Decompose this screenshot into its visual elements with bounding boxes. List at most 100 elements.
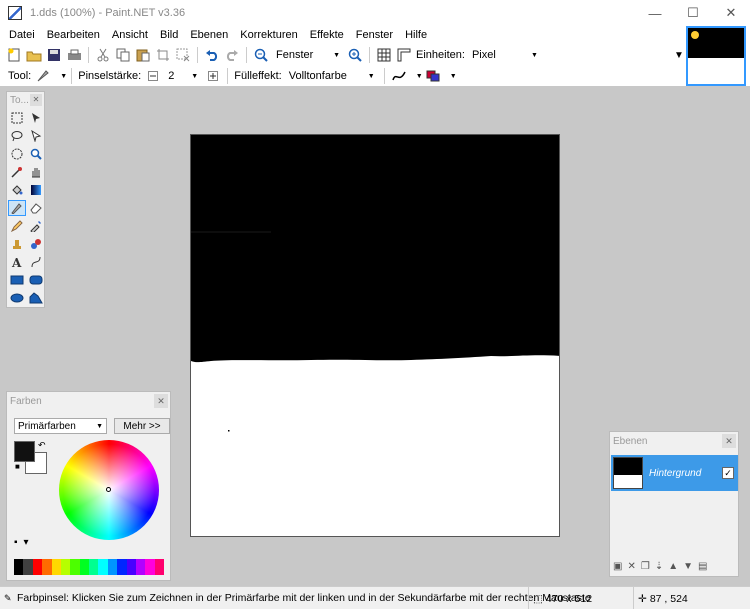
- tool-select[interactable]: ▼: [55, 67, 67, 85]
- palette-swatch[interactable]: [117, 559, 127, 575]
- rounded-rectangle-tool-icon[interactable]: [27, 272, 45, 288]
- layer-row-background[interactable]: Hintergrund ✓: [611, 455, 738, 491]
- paintbrush-icon[interactable]: [35, 68, 51, 84]
- lasso-select-tool-icon[interactable]: [8, 128, 26, 144]
- palette-swatch[interactable]: [42, 559, 52, 575]
- merge-layer-down-icon[interactable]: ⇣: [655, 561, 663, 572]
- color-picker-tool-icon[interactable]: [27, 218, 45, 234]
- rectangle-select-tool-icon[interactable]: [8, 110, 26, 126]
- paint-bucket-tool-icon[interactable]: [8, 182, 26, 198]
- move-selection-tool-icon[interactable]: [27, 110, 45, 126]
- menu-effekte[interactable]: Effekte: [304, 26, 350, 44]
- color-wheel[interactable]: [59, 440, 159, 540]
- palette-swatch[interactable]: [14, 559, 24, 575]
- grid-icon[interactable]: [376, 47, 392, 63]
- undo-icon[interactable]: [204, 47, 220, 63]
- increase-width-icon[interactable]: [205, 68, 221, 84]
- close-button[interactable]: ✕: [712, 0, 750, 26]
- palette-swatch[interactable]: [126, 559, 136, 575]
- magic-wand-tool-icon[interactable]: [8, 164, 26, 180]
- tools-panel-close-button[interactable]: ✕: [30, 94, 42, 106]
- ellipse-tool-icon[interactable]: [8, 290, 26, 306]
- crop-to-selection-icon[interactable]: [155, 47, 171, 63]
- gradient-tool-icon[interactable]: [27, 182, 45, 198]
- menu-ebenen[interactable]: Ebenen: [184, 26, 234, 44]
- palette-swatch[interactable]: [145, 559, 155, 575]
- deselect-icon[interactable]: [175, 47, 191, 63]
- add-layer-icon[interactable]: ▣: [613, 561, 622, 572]
- rulers-icon[interactable]: [396, 47, 412, 63]
- palette-edit-icon[interactable]: ▪: [14, 537, 18, 548]
- minimize-button[interactable]: —: [636, 0, 674, 26]
- palette-swatch[interactable]: [107, 559, 118, 575]
- menu-bearbeiten[interactable]: Bearbeiten: [41, 26, 106, 44]
- zoom-out-icon[interactable]: [253, 47, 269, 63]
- more-button[interactable]: Mehr >>: [114, 418, 170, 434]
- move-layer-up-icon[interactable]: ▲: [668, 561, 678, 572]
- recolor-tool-icon[interactable]: [27, 236, 45, 252]
- clone-stamp-tool-icon[interactable]: [8, 236, 26, 252]
- maximize-button[interactable]: ☐: [674, 0, 712, 26]
- palette-swatch[interactable]: [154, 559, 164, 575]
- palette-swatch[interactable]: [70, 559, 80, 575]
- layer-visibility-checkbox[interactable]: ✓: [722, 467, 734, 479]
- rectangle-tool-icon[interactable]: [8, 272, 26, 288]
- fill-select[interactable]: Volltonfarbe ▼: [286, 67, 378, 85]
- primary-color-swatch[interactable]: [14, 441, 35, 462]
- menu-hilfe[interactable]: Hilfe: [399, 26, 433, 44]
- palette-swatch[interactable]: [23, 559, 33, 575]
- palette-swatch[interactable]: [79, 559, 89, 575]
- line-curve-tool-icon[interactable]: [27, 254, 45, 270]
- menu-datei[interactable]: Datei: [3, 26, 41, 44]
- text-tool-icon[interactable]: A: [8, 254, 26, 270]
- print-icon[interactable]: [66, 47, 82, 63]
- color-wheel-selector[interactable]: [106, 487, 111, 492]
- swap-colors-icon[interactable]: ↶: [38, 440, 46, 451]
- duplicate-layer-icon[interactable]: ❐: [641, 561, 650, 572]
- menu-fenster[interactable]: Fenster: [350, 26, 399, 44]
- redo-icon[interactable]: [224, 47, 240, 63]
- palette-swatch[interactable]: [51, 559, 61, 575]
- image-tab-thumbnail[interactable]: [686, 26, 746, 86]
- zoom-tool-icon[interactable]: [27, 146, 45, 162]
- move-selected-tool-icon[interactable]: [27, 128, 45, 144]
- layers-panel-close-button[interactable]: ✕: [722, 434, 736, 448]
- colors-panel-close-button[interactable]: ✕: [154, 394, 168, 408]
- layer-properties-icon[interactable]: ▤: [698, 561, 707, 572]
- pan-tool-icon[interactable]: [27, 164, 45, 180]
- brush-width-select[interactable]: 2 ▼: [165, 67, 201, 85]
- image-list-menu-icon[interactable]: ▼: [674, 50, 684, 61]
- antialiasing-select[interactable]: ▼: [411, 67, 423, 85]
- image-canvas[interactable]: [190, 134, 560, 537]
- color-mode-select[interactable]: Primärfarben ▼: [14, 418, 107, 434]
- eraser-tool-icon[interactable]: [27, 200, 45, 216]
- freeform-shape-tool-icon[interactable]: [27, 290, 45, 306]
- palette-swatch[interactable]: [32, 559, 43, 575]
- pencil-tool-icon[interactable]: [8, 218, 26, 234]
- antialiasing-icon[interactable]: [391, 68, 407, 84]
- units-select[interactable]: Pixel ▼: [469, 46, 541, 64]
- move-layer-down-icon[interactable]: ▼: [683, 561, 693, 572]
- decrease-width-icon[interactable]: [145, 68, 161, 84]
- menu-ansicht[interactable]: Ansicht: [106, 26, 154, 44]
- palette-swatch[interactable]: [89, 559, 99, 575]
- menu-bild[interactable]: Bild: [154, 26, 184, 44]
- save-icon[interactable]: [46, 47, 62, 63]
- cut-icon[interactable]: [95, 47, 111, 63]
- paste-icon[interactable]: [135, 47, 151, 63]
- palette-swatch[interactable]: [60, 559, 71, 575]
- ellipse-select-tool-icon[interactable]: [8, 146, 26, 162]
- zoom-select[interactable]: Fenster ▼: [273, 46, 343, 64]
- new-file-icon[interactable]: [6, 47, 22, 63]
- paintbrush-tool-icon[interactable]: [8, 200, 26, 216]
- blend-mode-select[interactable]: ▼: [445, 67, 457, 85]
- palette-swatch[interactable]: [98, 559, 108, 575]
- palette-open-icon[interactable]: ▾: [24, 537, 29, 548]
- palette-swatch[interactable]: [135, 559, 146, 575]
- blend-mode-icon[interactable]: [425, 68, 441, 84]
- open-folder-icon[interactable]: [26, 47, 42, 63]
- copy-icon[interactable]: [115, 47, 131, 63]
- reset-colors-icon[interactable]: ■: [15, 462, 20, 471]
- delete-layer-icon[interactable]: ✕: [627, 561, 635, 572]
- zoom-in-icon[interactable]: [347, 47, 363, 63]
